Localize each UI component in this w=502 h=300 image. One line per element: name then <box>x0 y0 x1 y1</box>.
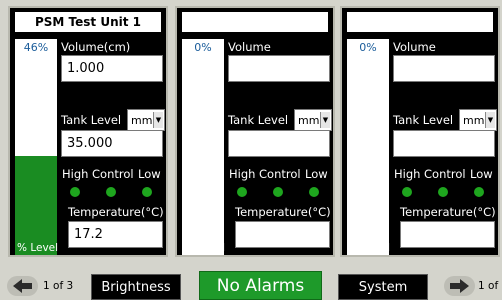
volume-field[interactable] <box>228 55 330 82</box>
high-label: High <box>229 167 256 181</box>
volume-field[interactable]: 1.000 <box>61 55 163 82</box>
system-setup-button[interactable]: System Setup <box>338 274 428 300</box>
level-bar: 0% % Level <box>182 39 226 255</box>
high-alarm-led-icon <box>70 187 80 197</box>
high-alarm-led-icon <box>402 187 412 197</box>
tank-level-label: Tank Level <box>393 113 454 127</box>
low-label: Low <box>470 167 493 181</box>
level-label: % Level <box>184 242 226 254</box>
tank-level-field[interactable]: 35.000 <box>61 130 163 157</box>
volume-label: Volume <box>393 40 436 54</box>
prev-page-indicator: 1 of 3 <box>43 280 74 292</box>
temperature-field[interactable] <box>235 221 330 248</box>
units-select[interactable]: mm ▼ <box>459 109 497 131</box>
control-label: Control <box>424 167 466 181</box>
panel-title <box>182 12 328 32</box>
panel-title <box>347 12 493 32</box>
control-led-icon <box>106 187 116 197</box>
tank-level-field[interactable] <box>393 130 495 157</box>
prev-page-arrow-icon[interactable] <box>7 276 38 296</box>
low-label: Low <box>305 167 328 181</box>
control-label: Control <box>92 167 134 181</box>
volume-label: Volume <box>228 40 271 54</box>
temperature-label: Temperature(°C) <box>400 205 496 219</box>
next-page-arrow-icon[interactable] <box>444 276 475 296</box>
level-fill <box>15 155 57 255</box>
control-label: Control <box>259 167 301 181</box>
dropdown-arrow-icon[interactable]: ▼ <box>485 112 495 128</box>
volume-field[interactable] <box>393 55 495 82</box>
panel-title: PSM Test Unit 1 <box>15 12 161 32</box>
next-page-indicator: 1 of 3 <box>478 280 502 292</box>
level-label: % Level <box>349 242 391 254</box>
low-label: Low <box>138 167 161 181</box>
control-led-icon <box>273 187 283 197</box>
tank-panel-3: 0% % Level Volume Tank Level mm ▼ High C… <box>340 6 500 257</box>
high-alarm-led-icon <box>237 187 247 197</box>
tank-panel-2: 0% % Level Volume Tank Level mm ▼ High C… <box>175 6 335 257</box>
units-value: mm <box>131 114 153 127</box>
units-value: mm <box>298 114 320 127</box>
high-label: High <box>394 167 421 181</box>
alarm-status-button[interactable]: No Alarms <box>199 271 322 300</box>
tank-level-field[interactable] <box>228 130 330 157</box>
units-value: mm <box>463 114 485 127</box>
low-alarm-led-icon <box>309 187 319 197</box>
tank-panel-1: PSM Test Unit 1 46% % Level Volume(cm) 1… <box>8 6 168 257</box>
level-percent: 0% <box>359 41 377 54</box>
temperature-field[interactable] <box>400 221 495 248</box>
units-select[interactable]: mm ▼ <box>294 109 332 131</box>
level-percent: 0% <box>194 41 212 54</box>
temperature-label: Temperature(°C) <box>68 205 164 219</box>
dropdown-arrow-icon[interactable]: ▼ <box>153 112 163 128</box>
dropdown-arrow-icon[interactable]: ▼ <box>320 112 330 128</box>
tank-level-label: Tank Level <box>228 113 289 127</box>
high-label: High <box>62 167 89 181</box>
low-alarm-led-icon <box>142 187 152 197</box>
temperature-label: Temperature(°C) <box>235 205 331 219</box>
level-label: % Level <box>17 242 59 254</box>
level-bar: 46% % Level <box>15 39 59 255</box>
control-led-icon <box>438 187 448 197</box>
level-percent: 46% <box>23 41 49 54</box>
brightness-button[interactable]: Brightness <box>91 274 181 300</box>
low-alarm-led-icon <box>474 187 484 197</box>
temperature-field[interactable]: 17.2 <box>68 221 163 248</box>
volume-label: Volume(cm) <box>61 40 131 54</box>
units-select[interactable]: mm ▼ <box>127 109 165 131</box>
tank-level-label: Tank Level <box>61 113 122 127</box>
level-bar: 0% % Level <box>347 39 391 255</box>
